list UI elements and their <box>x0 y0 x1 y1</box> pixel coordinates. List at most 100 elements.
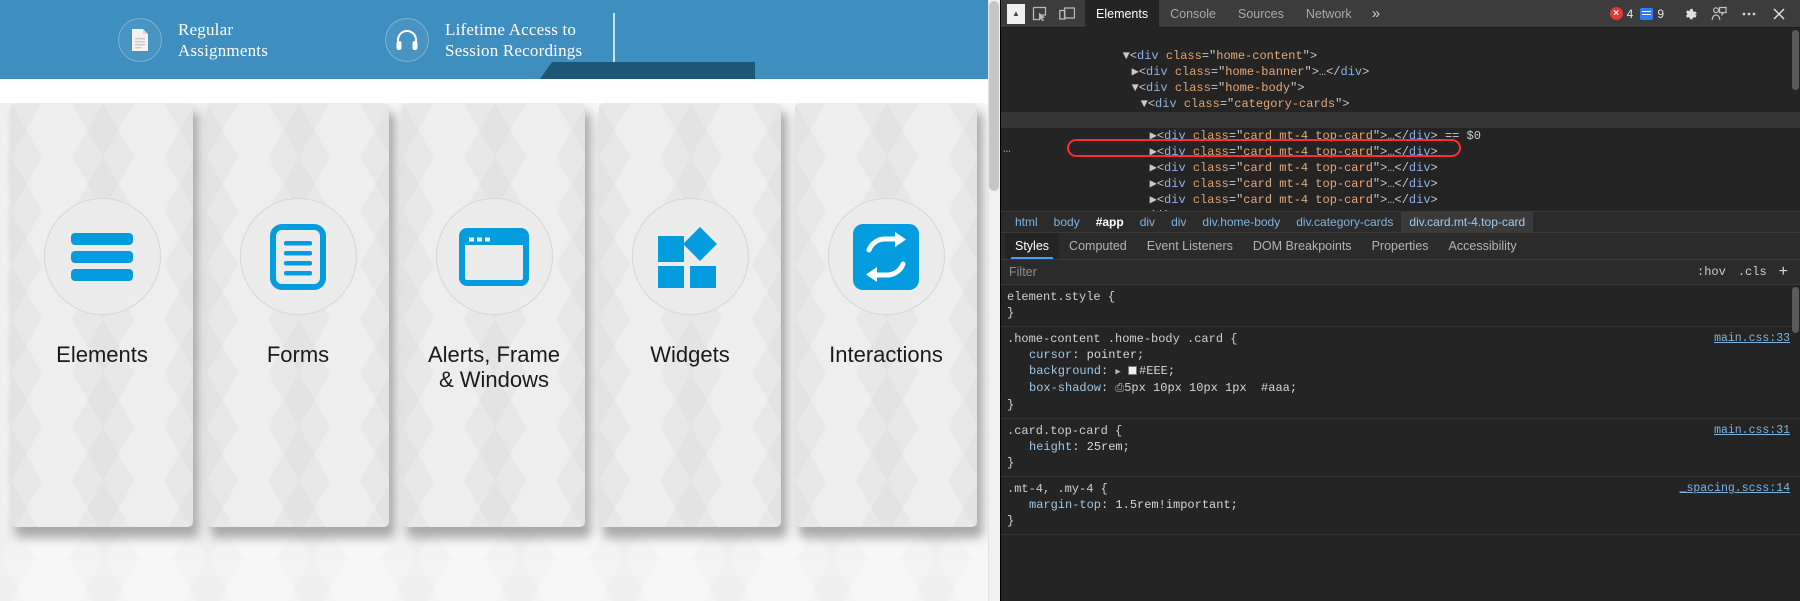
styles-scrollbar[interactable] <box>1791 285 1800 601</box>
declaration-margin-top[interactable]: margin-top: 1.5rem!important; <box>1007 497 1800 513</box>
styles-filter-input[interactable]: Filter <box>1001 260 1685 285</box>
tab-console[interactable]: Console <box>1159 0 1227 28</box>
more-options-icon[interactable] <box>1735 1 1763 27</box>
close-icon[interactable] <box>1765 1 1793 27</box>
dom-node-card-selected[interactable]: ▶<div class="card mt-4 top-card">…</div>… <box>1001 112 1800 143</box>
gear-icon[interactable] <box>1675 1 1703 27</box>
headphones-icon <box>385 17 430 62</box>
dom-tree-scrollbar-thumb[interactable] <box>1792 30 1799 90</box>
device-toolbar-icon[interactable] <box>1053 1 1081 27</box>
dom-node-category-cards[interactable]: ▼<div class="category-cards"> <box>1001 80 1800 111</box>
pane-tab-properties[interactable]: Properties <box>1362 233 1439 259</box>
browser-window-icon <box>435 198 553 315</box>
more-tabs-icon[interactable]: » <box>1363 0 1389 28</box>
hidden-siblings-icon[interactable]: … <box>1003 141 1013 157</box>
card-widgets[interactable]: Widgets <box>599 103 781 527</box>
promo-lifetime-access: Lifetime Access to Session Recordings <box>385 17 582 62</box>
breadcrumb-item-div-2[interactable]: div <box>1163 212 1194 232</box>
breadcrumb-item-body[interactable]: body <box>1046 212 1088 232</box>
dom-node-home-body[interactable]: ▼<div class="home-body"> <box>1001 64 1800 95</box>
dom-node-home-content[interactable]: ▼<div class="home-content"> <box>1001 32 1800 63</box>
declaration-value[interactable]: 1.5rem!important; <box>1115 498 1237 512</box>
declaration-value[interactable]: 5px 10px 10px 1px #aaa; <box>1124 381 1297 395</box>
rule-close-brace: } <box>1007 398 1015 412</box>
new-style-rule-button[interactable]: + <box>1779 264 1788 280</box>
styles-pane[interactable]: element.style { } .home-content .home-bo… <box>1001 285 1800 601</box>
rule-source-link[interactable]: main.css:31 <box>1714 423 1790 439</box>
expand-shorthand-icon[interactable]: ▶ <box>1115 367 1120 377</box>
page-scrollbar[interactable] <box>988 0 1000 601</box>
inspect-element-icon[interactable] <box>1025 1 1053 27</box>
declaration-property[interactable]: background <box>1029 364 1101 378</box>
declaration-property[interactable]: box-shadow <box>1029 381 1101 395</box>
breadcrumb-item-home-body[interactable]: div.home-body <box>1194 212 1288 232</box>
breadcrumb-item-div[interactable]: div <box>1132 212 1163 232</box>
breadcrumb-item-category-cards[interactable]: div.category-cards <box>1288 212 1401 232</box>
card-label: Interactions <box>829 342 943 367</box>
declaration-value[interactable]: pointer; <box>1087 348 1145 362</box>
pane-tab-event-listeners[interactable]: Event Listeners <box>1137 233 1243 259</box>
rule-source-link[interactable]: _spacing.scss:14 <box>1680 481 1790 497</box>
dom-node-card[interactable]: ▶<div class="card mt-4 top-card">…</div> <box>1001 144 1800 175</box>
rule-source-link[interactable]: main.css:33 <box>1714 331 1790 347</box>
card-alerts-frame-windows[interactable]: Alerts, Frame & Windows <box>403 103 585 527</box>
breadcrumb-item-html[interactable]: html <box>1007 212 1046 232</box>
dom-node-card[interactable]: ▶<div class="card mt-4 top-card">…</div> <box>1001 128 1800 159</box>
dom-node-card[interactable]: ▶<div class="card mt-4 top-card">…</div> <box>1001 96 1800 127</box>
declaration-cursor[interactable]: cursor: pointer; <box>1007 347 1800 363</box>
color-swatch[interactable] <box>1128 366 1138 375</box>
declaration-property[interactable]: height <box>1029 440 1072 454</box>
declaration-height[interactable]: height: 25rem; <box>1007 439 1800 455</box>
pane-tab-computed[interactable]: Computed <box>1059 233 1137 259</box>
dom-node-close-tag[interactable]: </div> <box>1001 192 1800 211</box>
tab-elements[interactable]: Elements <box>1085 0 1160 28</box>
card-label: Forms <box>266 342 330 367</box>
rule-selector[interactable]: element.style { <box>1007 289 1115 305</box>
shadow-editor-icon[interactable]: ⎙ <box>1115 383 1124 395</box>
card-interactions[interactable]: Interactions <box>795 103 977 527</box>
banner-divider <box>613 13 615 67</box>
rule-selector[interactable]: .card.top-card { <box>1007 423 1122 439</box>
style-rule-home-content-card[interactable]: .home-content .home-body .card { main.cs… <box>1001 327 1800 419</box>
rule-selector[interactable]: .home-content .home-body .card { <box>1007 331 1237 347</box>
screen: Regular Assignments Lifetime Access to S… <box>0 0 1800 601</box>
breadcrumb-item-card[interactable]: div.card.mt-4.top-card <box>1401 212 1534 232</box>
pane-tab-styles[interactable]: Styles <box>1005 233 1060 259</box>
pane-tab-dom-breakpoints[interactable]: DOM Breakpoints <box>1243 233 1362 259</box>
declaration-box-shadow[interactable]: box-shadow: ⎙5px 10px 10px 1px #aaa; <box>1007 380 1800 397</box>
declaration-property[interactable]: cursor <box>1029 348 1072 362</box>
rule-close-brace: } <box>1007 306 1015 320</box>
rule-selector[interactable]: .mt-4, .my-4 { <box>1007 481 1108 497</box>
breadcrumb-item-app[interactable]: #app <box>1088 212 1132 232</box>
devtools-drawer-caret[interactable]: ▲ <box>1007 3 1025 24</box>
dom-node-card[interactable]: ▶<div class="card mt-4 top-card">…</div> <box>1001 176 1800 207</box>
rule-close-brace: } <box>1007 514 1015 528</box>
tab-network[interactable]: Network <box>1295 0 1363 28</box>
card-forms[interactable]: Forms <box>207 103 389 527</box>
declaration-background[interactable]: background: ▶ #EEE; <box>1007 363 1800 380</box>
card-pattern <box>403 103 585 527</box>
tab-sources[interactable]: Sources <box>1227 0 1295 28</box>
style-rule-element-style[interactable]: element.style { } <box>1001 285 1800 327</box>
pane-tab-accessibility[interactable]: Accessibility <box>1439 233 1527 259</box>
card-label: Elements <box>56 342 148 367</box>
declaration-value[interactable]: 25rem; <box>1087 440 1130 454</box>
hov-toggle-button[interactable]: :hov <box>1697 265 1726 279</box>
error-count: 4 <box>1626 6 1634 21</box>
style-rule-card-top-card[interactable]: .card.top-card { main.css:31 height: 25r… <box>1001 419 1800 477</box>
menu-bars-icon <box>43 198 161 315</box>
declaration-property[interactable]: margin-top <box>1029 498 1101 512</box>
page-scrollbar-thumb[interactable] <box>989 1 999 191</box>
dom-node-card[interactable]: ▶<div class="card mt-4 top-card">…</div> <box>1001 160 1800 191</box>
card-label: Alerts, Frame & Windows <box>427 342 561 392</box>
feedback-person-icon[interactable] <box>1705 1 1733 27</box>
styles-scrollbar-thumb[interactable] <box>1792 287 1799 333</box>
cls-toggle-button[interactable]: .cls <box>1738 265 1767 279</box>
declaration-value[interactable]: #EEE; <box>1139 364 1175 378</box>
issue-badges[interactable]: × 4 9 <box>1609 6 1667 21</box>
info-icon <box>1640 7 1654 20</box>
dom-node-home-banner[interactable]: ▶<div class="home-banner">…</div> <box>1001 48 1800 79</box>
card-elements[interactable]: Elements <box>11 103 193 527</box>
dom-tree[interactable]: ▼<div class="home-content"> ▶<div class=… <box>1001 28 1800 211</box>
style-rule-mt-4[interactable]: .mt-4, .my-4 { _spacing.scss:14 margin-t… <box>1001 477 1800 535</box>
